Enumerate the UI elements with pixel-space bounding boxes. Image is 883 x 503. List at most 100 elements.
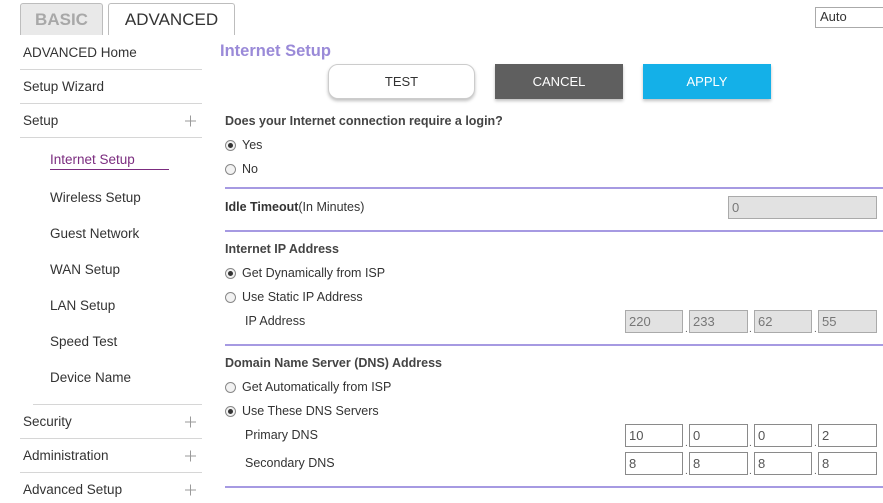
sidebar-item-label: Setup Wizard <box>23 79 105 94</box>
login-yes-option[interactable]: Yes <box>225 133 883 157</box>
plus-icon[interactable] <box>185 416 196 427</box>
sidebar-item-guest-network[interactable]: Guest Network <box>20 215 202 251</box>
sidebar-item-label: ADVANCED Home <box>23 45 137 60</box>
section-divider <box>225 486 883 488</box>
test-button[interactable]: TEST <box>328 64 475 99</box>
octet-separator: . <box>749 324 752 335</box>
octet-separator: . <box>685 324 688 335</box>
secondary-dns-octet-3[interactable]: 8 <box>754 451 812 475</box>
radio-label: Get Automatically from ISP <box>242 380 392 394</box>
plus-icon[interactable] <box>185 450 196 461</box>
radio-dynamic[interactable] <box>225 267 236 279</box>
sidebar-item-advanced-home[interactable]: ADVANCED Home <box>20 36 202 70</box>
octet-separator: . <box>749 466 752 477</box>
sidebar-item-label: LAN Setup <box>50 297 116 313</box>
top-tab-bar: BASIC ADVANCED Auto <box>0 0 883 35</box>
radio-yes[interactable] <box>225 139 236 151</box>
ip-address-row: IP Address 220 . 233 . 62 . 55 <box>225 309 883 335</box>
tab-advanced[interactable]: ADVANCED <box>108 3 235 35</box>
sidebar-item-label: Advanced Setup <box>23 482 123 497</box>
octet-separator: . <box>685 438 688 449</box>
idle-timeout-row: Idle Timeout(In Minutes) 0 <box>225 195 883 219</box>
idle-timeout-input[interactable]: 0 <box>728 196 877 219</box>
ip-octet-1[interactable]: 220 <box>625 309 683 333</box>
primary-dns-octet-1[interactable]: 10 <box>625 423 683 447</box>
radio-dns-manual[interactable] <box>225 405 236 417</box>
sidebar-item-advanced-setup[interactable]: Advanced Setup <box>20 473 202 503</box>
ip-octet-2[interactable]: 233 <box>689 309 748 333</box>
sidebar-item-security[interactable]: Security <box>20 405 202 439</box>
sidebar-item-device-name[interactable]: Device Name <box>20 359 202 395</box>
secondary-dns-octet-2[interactable]: 8 <box>689 451 748 475</box>
primary-dns-label: Primary DNS <box>245 428 318 442</box>
octet-separator: . <box>814 438 817 449</box>
radio-label: Yes <box>242 138 263 152</box>
cancel-button[interactable]: CANCEL <box>495 64 623 99</box>
radio-label: Use Static IP Address <box>242 290 363 304</box>
sidebar-item-label: Speed Test <box>50 333 118 349</box>
sidebar-item-setup[interactable]: Setup <box>20 104 202 138</box>
section-divider <box>225 344 883 346</box>
language-select[interactable]: Auto <box>815 7 883 28</box>
dns-options: Get Automatically from ISP Use These DNS… <box>225 375 883 423</box>
section-divider <box>225 230 883 232</box>
radio-label: Get Dynamically from ISP <box>242 266 386 280</box>
sidebar-item-speed-test[interactable]: Speed Test <box>20 323 202 359</box>
radio-static[interactable] <box>225 291 236 303</box>
dns-section: Domain Name Server (DNS) Address <box>225 356 883 370</box>
sidebar-item-wireless-setup[interactable]: Wireless Setup <box>20 179 202 215</box>
ip-octet-3[interactable]: 62 <box>754 309 812 333</box>
dns-auto-option[interactable]: Get Automatically from ISP <box>225 375 883 399</box>
action-buttons: TEST CANCEL APPLY <box>220 64 883 100</box>
octet-separator: . <box>685 466 688 477</box>
sidebar-item-wan-setup[interactable]: WAN Setup <box>20 251 202 287</box>
plus-icon[interactable] <box>185 115 196 126</box>
ip-dynamic-option[interactable]: Get Dynamically from ISP <box>225 261 883 285</box>
sidebar-item-label: WAN Setup <box>50 261 121 277</box>
radio-no[interactable] <box>225 163 236 175</box>
dns-manual-option[interactable]: Use These DNS Servers <box>225 399 883 423</box>
tab-basic[interactable]: BASIC <box>20 3 103 35</box>
sidebar-item-administration[interactable]: Administration <box>20 439 202 473</box>
secondary-dns-octet-1[interactable]: 8 <box>625 451 683 475</box>
primary-dns-octet-2[interactable]: 0 <box>689 423 748 447</box>
ip-heading: Internet IP Address <box>225 242 339 256</box>
sidebar-item-label: Wireless Setup <box>50 189 141 205</box>
ip-options: Get Dynamically from ISP Use Static IP A… <box>225 261 883 309</box>
secondary-dns-octet-4[interactable]: 8 <box>818 451 877 475</box>
ip-address-label: IP Address <box>245 314 306 328</box>
apply-button[interactable]: APPLY <box>643 64 771 99</box>
sidebar-item-lan-setup[interactable]: LAN Setup <box>20 287 202 323</box>
sidebar-item-label: Security <box>23 414 72 429</box>
ip-octet-4[interactable]: 55 <box>818 309 877 333</box>
dns-heading: Domain Name Server (DNS) Address <box>225 356 442 370</box>
main-content: Internet Setup TEST CANCEL APPLY Does yo… <box>220 40 883 488</box>
primary-dns-octet-3[interactable]: 0 <box>754 423 812 447</box>
sidebar-nav: ADVANCED Home Setup Wizard Setup Interne… <box>20 36 202 503</box>
radio-dns-auto[interactable] <box>225 381 236 393</box>
radio-label: No <box>242 162 258 176</box>
secondary-dns-row: Secondary DNS 8 . 8 . 8 . 8 <box>225 451 883 477</box>
octet-separator: . <box>814 466 817 477</box>
setup-submenu: Internet Setup Wireless Setup Guest Netw… <box>20 138 202 405</box>
primary-dns-row: Primary DNS 10 . 0 . 0 . 2 <box>225 423 883 449</box>
primary-dns-octet-4[interactable]: 2 <box>818 423 877 447</box>
idle-timeout-label-suffix: (In Minutes) <box>298 200 365 214</box>
ip-static-option[interactable]: Use Static IP Address <box>225 285 883 309</box>
octet-separator: . <box>749 438 752 449</box>
sidebar-item-label: Guest Network <box>50 225 140 241</box>
sidebar-item-internet-setup[interactable]: Internet Setup <box>20 143 202 179</box>
idle-timeout-label-bold: Idle Timeout <box>225 200 299 214</box>
idle-timeout-label: Idle Timeout(In Minutes) <box>225 200 364 214</box>
login-question: Does your Internet connection require a … <box>225 114 503 128</box>
sidebar-item-setup-wizard[interactable]: Setup Wizard <box>20 70 202 104</box>
sidebar-item-label: Administration <box>23 448 109 463</box>
page-title: Internet Setup <box>220 42 331 60</box>
octet-separator: . <box>814 324 817 335</box>
plus-icon[interactable] <box>185 484 196 495</box>
secondary-dns-label: Secondary DNS <box>245 456 335 470</box>
radio-label: Use These DNS Servers <box>242 404 379 418</box>
login-options: Yes No <box>225 133 883 181</box>
section-divider <box>225 187 883 189</box>
login-no-option[interactable]: No <box>225 157 883 181</box>
